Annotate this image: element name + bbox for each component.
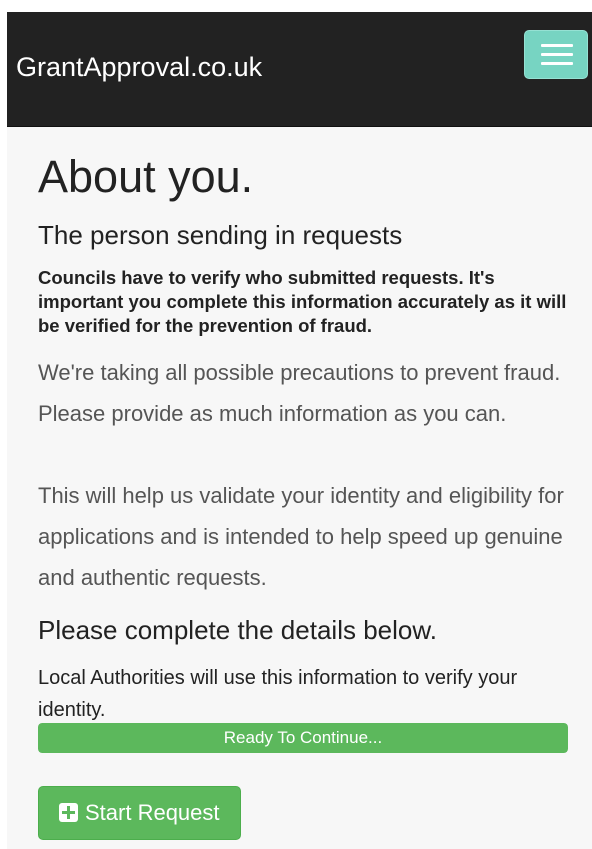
verification-notice: Councils have to verify who submitted re… <box>38 267 567 336</box>
menu-toggle-button[interactable] <box>524 30 588 79</box>
progress-bar: Ready To Continue... <box>38 723 568 753</box>
main-content: About you. The person sending in request… <box>7 127 592 849</box>
brand-link[interactable]: GrantApproval.co.uk <box>16 50 262 84</box>
details-heading: Please complete the details below. <box>38 615 437 645</box>
section-subtitle: The person sending in requests <box>38 220 403 250</box>
start-request-button[interactable]: Start Request <box>38 786 241 840</box>
start-request-label: Start Request <box>85 800 220 825</box>
progress-label: Ready To Continue... <box>223 728 383 747</box>
details-note: Local Authorities will use this informat… <box>38 667 518 721</box>
validation-paragraph: This will help us validate your identity… <box>38 483 564 590</box>
page-title: About you. <box>38 151 254 202</box>
precautions-paragraph: We're taking all possible precautions to… <box>38 360 561 426</box>
plus-square-icon <box>59 803 78 822</box>
navbar: GrantApproval.co.uk <box>7 12 592 127</box>
page: GrantApproval.co.uk About you. The perso… <box>0 0 592 849</box>
